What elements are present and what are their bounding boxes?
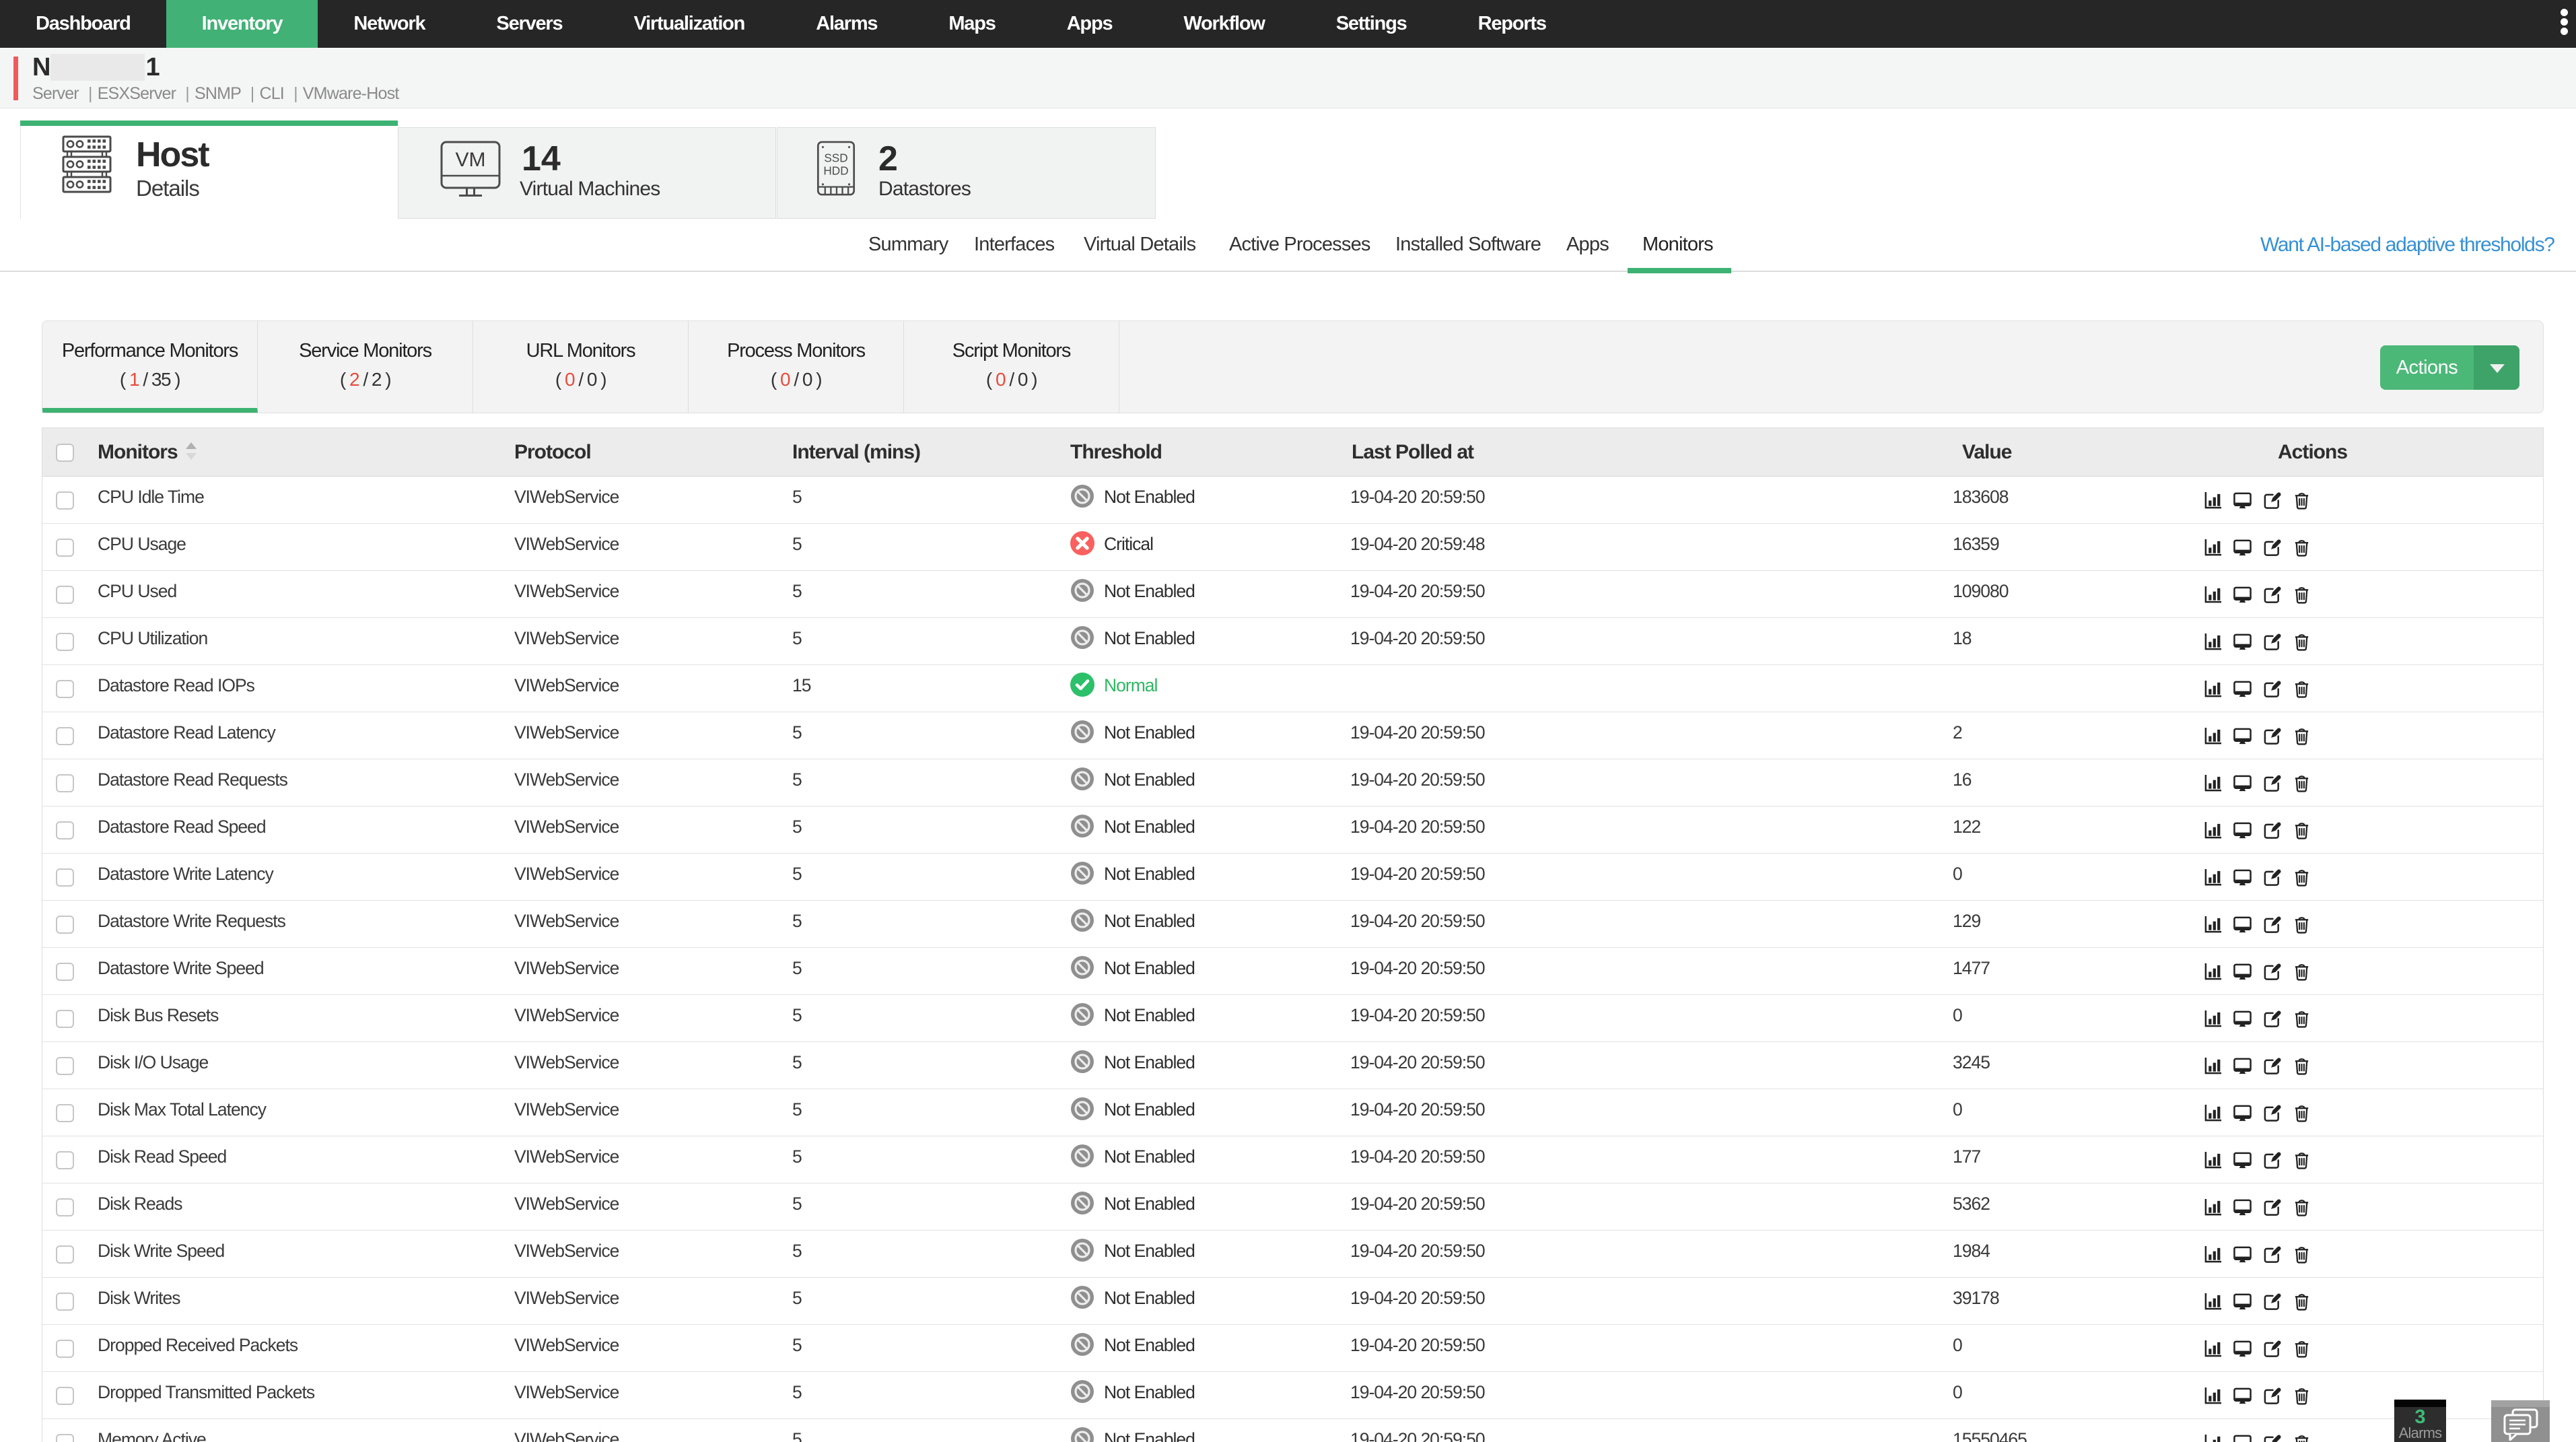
svg-text:SSD: SSD — [824, 151, 847, 164]
svg-text:HDD: HDD — [823, 164, 848, 178]
svg-text:VM: VM — [456, 149, 486, 171]
